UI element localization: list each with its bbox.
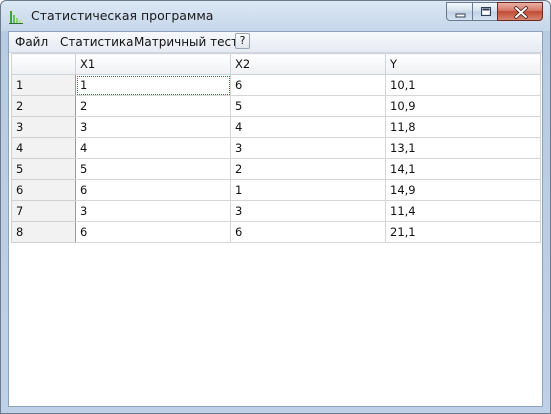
cell-x1[interactable]: 6: [75, 179, 231, 201]
cell-x2[interactable]: 1: [230, 179, 386, 201]
cell-x2[interactable]: 2: [230, 158, 386, 180]
cell-x2[interactable]: 5: [230, 95, 386, 117]
corner-header[interactable]: [11, 53, 76, 75]
row-header[interactable]: 6: [11, 179, 76, 201]
cell-x2[interactable]: 3: [230, 200, 386, 222]
cell-x1[interactable]: 5: [75, 158, 231, 180]
menu-statistics[interactable]: Статистика: [60, 35, 134, 49]
menu-file[interactable]: Файл: [15, 35, 48, 49]
cell-x1[interactable]: 4: [75, 137, 231, 159]
menu-matrix-test[interactable]: Матричный тест: [134, 35, 238, 49]
close-icon: [514, 6, 528, 19]
row-header[interactable]: 1: [11, 74, 76, 96]
cell-y[interactable]: 14,9: [385, 179, 541, 201]
cell-x1[interactable]: 6: [75, 221, 231, 243]
maximize-button[interactable]: [472, 2, 498, 21]
cell-x1[interactable]: 3: [75, 200, 231, 222]
app-window: Статистическая программа Файл Статистика…: [0, 0, 551, 414]
cell-x1[interactable]: 3: [75, 116, 231, 138]
cell-x2[interactable]: 6: [230, 74, 386, 96]
cell-x2[interactable]: 4: [230, 116, 386, 138]
row-header[interactable]: 5: [11, 158, 76, 180]
cell-y[interactable]: 10,1: [385, 74, 541, 96]
column-header-x2[interactable]: X2: [230, 53, 386, 75]
data-grid: X1 X2 Y 1 1 6 10,1 2 2 5 10,9 3 3 4 11,8…: [11, 53, 541, 243]
cell-y[interactable]: 14,1: [385, 158, 541, 180]
close-button[interactable]: [497, 2, 543, 21]
row-header[interactable]: 7: [11, 200, 76, 222]
menu-bar: Файл Статистика Матричный тест ?: [9, 32, 542, 53]
table-row: 7 3 3 11,4: [11, 200, 541, 222]
client-area: Файл Статистика Матричный тест ? X1 X2 Y: [8, 31, 543, 407]
minimize-button[interactable]: [446, 2, 473, 21]
title-bar[interactable]: Статистическая программа: [1, 1, 550, 31]
menu-help[interactable]: ?: [235, 33, 250, 49]
table-row: 2 2 5 10,9: [11, 95, 541, 117]
cell-y[interactable]: 11,8: [385, 116, 541, 138]
cell-x2[interactable]: 3: [230, 137, 386, 159]
cell-y[interactable]: 21,1: [385, 221, 541, 243]
row-header[interactable]: 8: [11, 221, 76, 243]
cell-y[interactable]: 10,9: [385, 95, 541, 117]
cell-x1[interactable]: 1: [75, 74, 231, 96]
maximize-icon: [481, 7, 491, 16]
cell-y[interactable]: 11,4: [385, 200, 541, 222]
table-row: 8 6 6 21,1: [11, 221, 541, 243]
table-row: 4 4 3 13,1: [11, 137, 541, 159]
cell-x1[interactable]: 2: [75, 95, 231, 117]
row-header[interactable]: 3: [11, 116, 76, 138]
column-header-y[interactable]: Y: [385, 53, 541, 75]
minimize-icon: [455, 13, 466, 18]
header-row: X1 X2 Y: [11, 53, 541, 75]
table-row: 3 3 4 11,8: [11, 116, 541, 138]
cell-x2[interactable]: 6: [230, 221, 386, 243]
table-row: 1 1 6 10,1: [11, 74, 541, 96]
row-header[interactable]: 4: [11, 137, 76, 159]
cell-y[interactable]: 13,1: [385, 137, 541, 159]
column-header-x1[interactable]: X1: [75, 53, 231, 75]
table-row: 6 6 1 14,9: [11, 179, 541, 201]
table-row: 5 5 2 14,1: [11, 158, 541, 180]
row-header[interactable]: 2: [11, 95, 76, 117]
bar-chart-icon: [9, 9, 25, 25]
window-title: Статистическая программа: [31, 8, 214, 23]
